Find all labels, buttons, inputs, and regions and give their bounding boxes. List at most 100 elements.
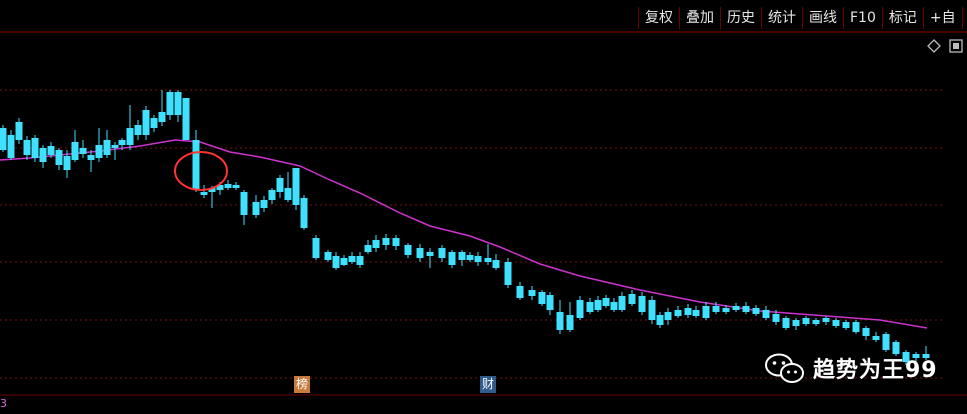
ma-line (0, 139, 928, 329)
wechat-icon (765, 353, 804, 383)
candle-body (224, 184, 232, 188)
candle-body (638, 296, 646, 312)
watermark: 趋势为王99 (763, 352, 938, 384)
candle-body (348, 256, 356, 262)
candle-body (158, 112, 166, 122)
candle-body (882, 334, 890, 350)
candle-body (692, 310, 700, 316)
candle-body (87, 155, 95, 160)
candle-body (426, 252, 434, 256)
candle-body (448, 252, 456, 265)
candle-body (364, 245, 372, 252)
candle-body (832, 320, 840, 326)
candle-body (438, 248, 446, 258)
candle-body (31, 138, 39, 158)
draw-line-button[interactable]: 画线 (803, 7, 844, 29)
candle-body (852, 322, 860, 332)
candle-body (392, 238, 400, 246)
candle-body (528, 290, 536, 296)
custom-button[interactable]: +自 (924, 7, 963, 29)
candle-body (79, 148, 87, 154)
candle-body (332, 256, 340, 268)
candle-body (862, 328, 870, 336)
candle-body (240, 192, 248, 215)
candle-body (356, 256, 364, 265)
candle-body (782, 318, 790, 328)
candle-body (200, 192, 208, 195)
candle-body (618, 296, 626, 310)
candle-body (95, 145, 103, 158)
candle-body (712, 306, 720, 312)
candle-body (312, 238, 320, 258)
candle-body (566, 315, 574, 330)
financial-marker[interactable]: 财 (480, 376, 497, 393)
candle-body (416, 248, 424, 258)
diamond-icon[interactable] (927, 39, 941, 53)
candle-body (142, 110, 150, 135)
candle-body (538, 292, 546, 304)
candle-body (516, 286, 524, 298)
f10-button[interactable]: F10 (844, 7, 883, 29)
candle-body (594, 300, 602, 310)
candle-body (174, 92, 182, 115)
candle-body (702, 306, 710, 318)
candle-body (340, 258, 348, 265)
candle-body (802, 318, 810, 324)
candle-body (268, 190, 276, 200)
chart-toolbar: 复权 叠加 历史 统计 画线 F10 标记 +自 (638, 7, 963, 31)
ranking-marker[interactable]: 榜 (294, 376, 311, 393)
candle-body (111, 145, 119, 148)
candle-body (134, 125, 142, 135)
candle-body (484, 258, 492, 262)
candle-body (872, 336, 880, 340)
candle-body (602, 298, 610, 306)
candle-body (126, 128, 134, 145)
candle-body (71, 142, 79, 160)
candle-body (0, 128, 7, 150)
candle-body (586, 302, 594, 312)
candle-body (260, 200, 268, 208)
candle-body (103, 140, 111, 155)
statistics-button[interactable]: 统计 (762, 7, 803, 29)
candle-body (610, 302, 618, 310)
candle-body (674, 310, 682, 316)
highlight-circle (174, 151, 228, 191)
candle-body (492, 260, 500, 268)
candle-body (576, 300, 584, 318)
candle-body (47, 146, 55, 155)
candle-body (404, 245, 412, 255)
candle-body (284, 188, 292, 200)
candle-body (39, 148, 47, 162)
overlay-button[interactable]: 叠加 (680, 7, 721, 29)
candle-body (252, 202, 260, 215)
candle-body (55, 150, 63, 165)
candle-body (7, 135, 15, 158)
candle-body (546, 295, 554, 310)
candle-body (648, 300, 656, 320)
candle-body (192, 140, 200, 190)
candle-body (812, 320, 820, 324)
candle-body (772, 314, 780, 322)
history-button[interactable]: 历史 (721, 7, 762, 29)
candle-body (23, 140, 31, 155)
candle-body (166, 92, 174, 115)
candle-body (300, 198, 308, 228)
candle-body (232, 185, 240, 188)
candle-body (474, 256, 482, 262)
candle-body (150, 118, 158, 128)
mark-button[interactable]: 标记 (883, 7, 924, 29)
restore-rights-button[interactable]: 复权 (638, 7, 680, 29)
candle-body (684, 308, 692, 315)
candle-body (382, 238, 390, 245)
candle-body (556, 312, 564, 330)
candle-body (458, 252, 466, 260)
candle-body (182, 98, 190, 140)
candle-body (63, 156, 71, 170)
indicator-label: 3 (0, 397, 7, 410)
candle-body (822, 318, 830, 322)
candle-body (372, 240, 380, 248)
candle-body (628, 294, 636, 304)
settings-square-icon[interactable] (949, 39, 965, 53)
candle-body (752, 308, 760, 314)
watermark-text: 趋势为王99 (813, 358, 938, 383)
